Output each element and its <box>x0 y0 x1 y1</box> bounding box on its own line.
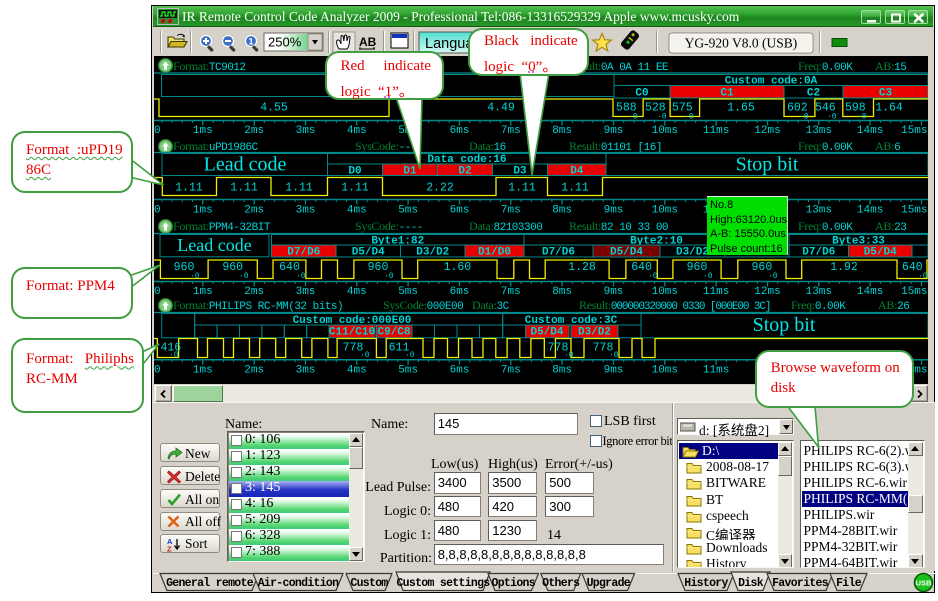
svg-text:General remote: General remote <box>166 577 254 590</box>
svg-text:Custom: Custom <box>350 577 388 590</box>
svg-text:Upgrade: Upgrade <box>587 577 631 590</box>
svg-text:Air-condition: Air-condition <box>258 577 339 590</box>
svg-text:Disk: Disk <box>738 577 764 590</box>
svg-text:Custom settings: Custom settings <box>396 577 490 590</box>
svg-text:Options: Options <box>492 577 536 590</box>
svg-text:Favorites: Favorites <box>772 577 829 590</box>
svg-text:History: History <box>684 577 728 590</box>
svg-text:Others: Others <box>542 577 580 590</box>
svg-text:File: File <box>836 577 862 590</box>
svg-text:USB: USB <box>916 579 932 588</box>
